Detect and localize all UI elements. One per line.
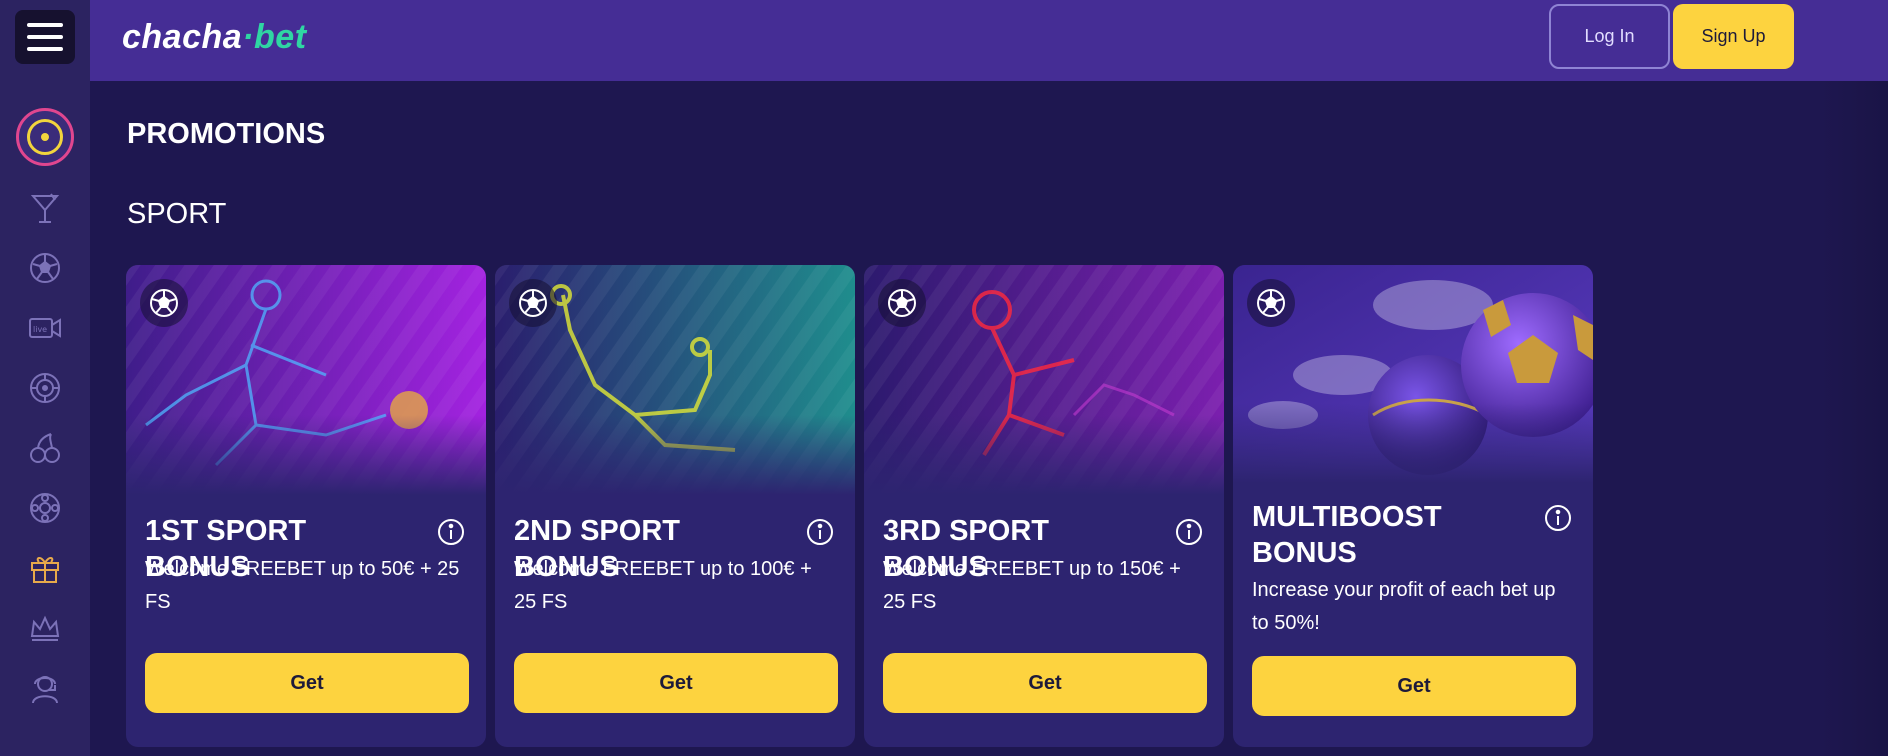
target-dot <box>41 133 49 141</box>
promo-card: 1ST SPORT BONUS Welcome FREEBET up to 50… <box>126 265 486 747</box>
section-title: SPORT <box>127 198 227 230</box>
info-icon[interactable] <box>1543 503 1573 533</box>
brand-logo[interactable]: chacha·bet <box>122 18 307 57</box>
card-description: Welcome FREEBET up to 150€ + 25 FS <box>883 558 1181 613</box>
login-button[interactable]: Log In <box>1549 4 1670 69</box>
image-fade <box>126 415 486 495</box>
promo-card: 3RD SPORT BONUS Welcome FREEBET up to 15… <box>864 265 1224 747</box>
logo-text-main: chacha <box>122 18 243 56</box>
top-header: chacha·bet Log In Sign Up <box>90 0 1888 81</box>
soccer-ball-icon <box>140 279 188 327</box>
scroll-edge-shade <box>1820 81 1888 756</box>
card-description: Welcome FREEBET up to 100€ + 25 FS <box>514 558 812 613</box>
lottery-ball-icon[interactable] <box>25 488 65 528</box>
promo-card-image <box>495 265 855 495</box>
svg-text:live: live <box>33 325 47 334</box>
soccer-ball-icon <box>878 279 926 327</box>
card-description: Welcome FREEBET up to 50€ + 25 FS <box>145 558 460 613</box>
image-fade <box>495 415 855 495</box>
info-icon[interactable] <box>1174 517 1204 547</box>
soccer-ball-icon <box>1247 279 1295 327</box>
promo-card-image <box>126 265 486 495</box>
soccer-ball-icon <box>509 279 557 327</box>
page-title: PROMOTIONS <box>127 118 326 150</box>
menu-line <box>27 47 63 51</box>
get-bonus-button[interactable]: Get <box>514 653 838 713</box>
cocktail-icon[interactable] <box>25 188 65 228</box>
info-icon[interactable] <box>805 517 835 547</box>
roulette-icon[interactable] <box>25 368 65 408</box>
live-camera-icon[interactable]: live <box>25 308 65 348</box>
target-ring <box>27 119 63 155</box>
get-bonus-button[interactable]: Get <box>1252 656 1576 716</box>
image-fade <box>1233 403 1593 483</box>
menu-line <box>27 23 63 27</box>
signup-button[interactable]: Sign Up <box>1673 4 1794 69</box>
promo-card: MULTIBOOST BONUS Increase your profit of… <box>1233 265 1593 747</box>
promo-card-image <box>864 265 1224 495</box>
gift-icon[interactable] <box>25 548 65 588</box>
support-agent-icon[interactable] <box>25 668 65 708</box>
get-bonus-button[interactable]: Get <box>145 653 469 713</box>
promo-card: 2ND SPORT BONUS Welcome FREEBET up to 10… <box>495 265 855 747</box>
soccer-ball-icon[interactable] <box>25 248 65 288</box>
card-description: Increase your profit of each bet up to 5… <box>1252 579 1556 634</box>
info-icon[interactable] <box>436 517 466 547</box>
menu-line <box>27 35 63 39</box>
promo-card-image <box>1233 265 1593 483</box>
logo-text-accent: ·bet <box>242 18 307 56</box>
crown-icon[interactable] <box>25 608 65 648</box>
sidebar: live <box>0 0 90 756</box>
card-title: MULTIBOOST BONUS <box>1252 501 1442 569</box>
hamburger-menu-button[interactable] <box>15 10 75 64</box>
target-icon[interactable] <box>16 108 74 166</box>
cherries-icon[interactable] <box>25 428 65 468</box>
image-fade <box>864 415 1224 495</box>
get-bonus-button[interactable]: Get <box>883 653 1207 713</box>
